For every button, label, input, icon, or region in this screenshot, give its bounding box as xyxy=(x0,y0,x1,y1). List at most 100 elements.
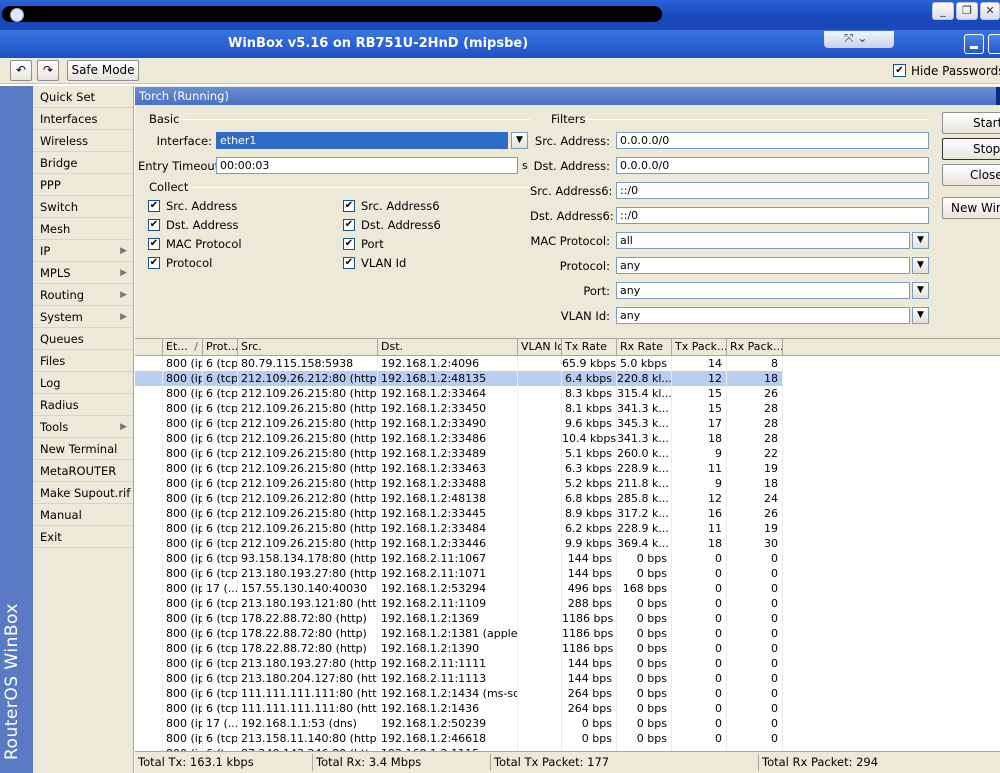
sidebar-item[interactable]: MPLS ▶ xyxy=(33,262,133,284)
filter-dst-address-input[interactable]: 0.0.0.0/0 xyxy=(616,157,929,174)
table-row[interactable]: 800 (ip)6 (tcp)212.109.26.215:80 (http)1… xyxy=(135,416,1000,431)
table-row[interactable]: 800 (ip)6 (tcp)178.22.88.72:80 (http)192… xyxy=(135,626,1000,641)
sidebar-item[interactable]: IP ▶ xyxy=(33,240,133,262)
filter-port-select[interactable]: any xyxy=(616,282,910,299)
table-row[interactable]: 800 (ip)6 (tcp)212.109.26.215:80 (http)1… xyxy=(135,446,1000,461)
close-button[interactable]: Close xyxy=(942,164,1000,186)
column-header[interactable]: Src. xyxy=(238,339,378,356)
collect-dst-address-checkbox[interactable]: ✔ Dst. Address xyxy=(148,218,308,233)
interface-dropdown-button[interactable]: ▼ xyxy=(511,132,528,149)
column-header[interactable]: Rx Rate xyxy=(617,339,672,356)
outer-close-button[interactable]: ✕ xyxy=(980,2,1000,20)
restore-icon: ❐ xyxy=(962,4,972,17)
table-row[interactable]: 800 (ip)6 (tcp)80.79.115.158:5938192.168… xyxy=(135,356,1000,371)
outer-restore-button[interactable]: ❐ xyxy=(956,2,978,20)
sidebar-item[interactable]: Interfaces xyxy=(33,108,133,130)
table-cell: 8 xyxy=(727,356,783,371)
undo-button[interactable]: ↶ xyxy=(10,60,32,81)
collect-mac-protocol-checkbox[interactable]: ✔ MAC Protocol xyxy=(148,237,308,252)
filter-dst-address6-input[interactable]: ::/0 xyxy=(616,207,929,224)
table-row[interactable]: 800 (ip)6 (tcp)212.109.26.212:80 (http)1… xyxy=(135,491,1000,506)
interface-select[interactable]: ether1 xyxy=(216,132,508,149)
stop-button[interactable]: Stop xyxy=(942,138,1000,160)
table-row[interactable]: 800 (ip)6 (tcp)111.111.111.111:80 (http)… xyxy=(135,701,1000,716)
table-row[interactable]: 800 (ip)6 (tcp)212.109.26.215:80 (http)1… xyxy=(135,476,1000,491)
column-header[interactable]: Rx Pack... xyxy=(727,339,783,356)
new-window-button[interactable]: New Window xyxy=(942,197,1000,219)
row-gutter xyxy=(135,416,163,431)
title-tool-buttons[interactable]: ⤧ ⌄ xyxy=(824,31,894,48)
table-row[interactable]: 800 (ip)6 (tcp)178.22.88.72:80 (http)192… xyxy=(135,641,1000,656)
sidebar-item[interactable]: Make Supout.rif xyxy=(33,482,133,504)
table-row[interactable]: 800 (ip)6 (tcp)213.180.193.27:80 (http)1… xyxy=(135,656,1000,671)
collect-vlan-id-checkbox[interactable]: ✔ VLAN Id xyxy=(343,256,503,271)
filter-src-address6-input[interactable]: ::/0 xyxy=(616,182,929,199)
collect-src-address6-checkbox[interactable]: ✔ Src. Address6 xyxy=(343,199,503,214)
sidebar-item[interactable]: System ▶ xyxy=(33,306,133,328)
column-header[interactable]: Tx Rate xyxy=(562,339,617,356)
sidebar-item[interactable]: MetaROUTER xyxy=(33,460,133,482)
column-header[interactable]: VLAN Id xyxy=(518,339,562,356)
redo-button[interactable]: ↷ xyxy=(37,60,59,81)
table-row[interactable]: 800 (ip)17 (...192.168.1.1:53 (dns)192.1… xyxy=(135,716,1000,731)
table-row[interactable]: 800 (ip)6 (tcp)212.109.26.212:80 (http)1… xyxy=(135,371,1000,386)
filter-src-address-input[interactable]: 0.0.0.0/0 xyxy=(616,132,929,149)
sidebar-item[interactable]: Exit xyxy=(33,526,133,548)
table-row[interactable]: 800 (ip)17 (...157.55.130.140:40030192.1… xyxy=(135,581,1000,596)
collect-protocol-checkbox[interactable]: ✔ Protocol xyxy=(148,256,308,271)
table-row[interactable]: 800 (ip)6 (tcp)93.158.134.178:80 (http)1… xyxy=(135,551,1000,566)
sidebar-item[interactable]: Quick Set xyxy=(33,86,133,108)
collect-dst-address6-checkbox[interactable]: ✔ Dst. Address6 xyxy=(343,218,503,233)
outer-minimize-button[interactable]: _ xyxy=(932,2,954,20)
protocol-dropdown-button[interactable]: ▼ xyxy=(912,257,929,274)
table-row[interactable]: 800 (ip)6 (tcp)213.180.193.121:80 (http)… xyxy=(135,596,1000,611)
entry-timeout-input[interactable]: 00:00:03 xyxy=(216,157,518,174)
column-header[interactable]: Prot... xyxy=(203,339,238,356)
start-button[interactable]: Start xyxy=(942,112,1000,134)
table-cell: 0 xyxy=(727,566,783,581)
sidebar-item[interactable]: Wireless xyxy=(33,130,133,152)
collect-port-checkbox[interactable]: ✔ Port xyxy=(343,237,503,252)
port-dropdown-button[interactable]: ▼ xyxy=(912,282,929,299)
filter-protocol-select[interactable]: any xyxy=(616,257,910,274)
sidebar-item[interactable]: Switch xyxy=(33,196,133,218)
column-header[interactable]: Tx Pack... xyxy=(672,339,727,356)
table-row[interactable]: 800 (ip)6 (tcp)213.180.204.127:80 (http)… xyxy=(135,671,1000,686)
filter-vlan-id-select[interactable]: any xyxy=(616,307,910,324)
table-row[interactable]: 800 (ip)6 (tcp)213.180.193.27:80 (http)1… xyxy=(135,566,1000,581)
sidebar-item[interactable]: New Terminal xyxy=(33,438,133,460)
sidebar-item[interactable]: Tools ▶ xyxy=(33,416,133,438)
table-row[interactable]: 800 (ip)6 (tcp)212.109.26.215:80 (http)1… xyxy=(135,386,1000,401)
column-header[interactable]: Dst. xyxy=(378,339,518,356)
window-maximize-button[interactable] xyxy=(988,34,1000,54)
filter-mac-protocol-select[interactable]: all xyxy=(616,232,910,249)
sidebar-item[interactable]: Manual xyxy=(33,504,133,526)
column-header[interactable]: Et... / xyxy=(163,339,203,356)
table-cell: 192.168.1.2:1434 (ms-sql-m) xyxy=(378,686,518,701)
window-minimize-button[interactable] xyxy=(964,34,984,54)
table-row[interactable]: 800 (ip)6 (tcp)212.109.26.215:80 (http)1… xyxy=(135,401,1000,416)
sidebar-item[interactable]: Routing ▶ xyxy=(33,284,133,306)
sidebar-item[interactable]: Queues xyxy=(33,328,133,350)
table-row[interactable]: 800 (ip)6 (tcp)178.22.88.72:80 (http)192… xyxy=(135,611,1000,626)
table-cell: 0 xyxy=(727,626,783,641)
mac-protocol-dropdown-button[interactable]: ▼ xyxy=(912,232,929,249)
table-row[interactable]: 800 (ip)6 (tcp)212.109.26.215:80 (http)1… xyxy=(135,521,1000,536)
sidebar-item[interactable]: PPP xyxy=(33,174,133,196)
safe-mode-button[interactable]: Safe Mode xyxy=(67,60,139,81)
table-row[interactable]: 800 (ip)6 (tcp)111.111.111.111:80 (http)… xyxy=(135,686,1000,701)
hide-passwords-label: Hide Passwords xyxy=(911,64,1000,78)
sidebar-item[interactable]: Radius xyxy=(33,394,133,416)
sidebar-item[interactable]: Bridge xyxy=(33,152,133,174)
table-row[interactable]: 800 (ip)6 (tcp)212.109.26.215:80 (http)1… xyxy=(135,431,1000,446)
vlan-id-dropdown-button[interactable]: ▼ xyxy=(912,307,929,324)
collect-src-address-checkbox[interactable]: ✔ Src. Address xyxy=(148,199,308,214)
sidebar-item[interactable]: Log xyxy=(33,372,133,394)
sidebar-item[interactable]: Files xyxy=(33,350,133,372)
sidebar-item[interactable]: Mesh xyxy=(33,218,133,240)
table-row[interactable]: 800 (ip)6 (tcp)212.109.26.215:80 (http)1… xyxy=(135,506,1000,521)
table-row[interactable]: 800 (ip)6 (tcp)212.109.26.215:80 (http)1… xyxy=(135,536,1000,551)
table-row[interactable]: 800 (ip)6 (tcp)212.109.26.215:80 (http)1… xyxy=(135,461,1000,476)
table-row[interactable]: 800 (ip)6 (tcp)213.158.11.140:80 (http)1… xyxy=(135,731,1000,746)
table-cell: 17 xyxy=(672,416,727,431)
